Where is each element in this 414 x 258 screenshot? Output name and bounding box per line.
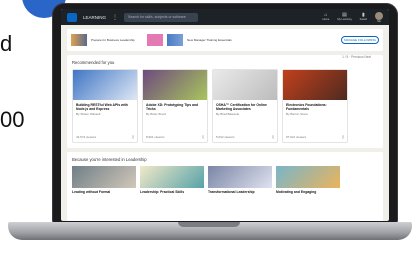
laptop-notch [178, 222, 240, 227]
course-thumbnail[interactable] [208, 166, 272, 188]
nav-my-learning[interactable]: ▤ My Learning [337, 12, 351, 23]
nav-label: My Learning [337, 17, 352, 21]
section-title: Recommended for you [72, 60, 115, 65]
strip-item-title[interactable]: New Manager Training Essentials [187, 38, 239, 42]
brand-name: LEARNING [83, 14, 107, 20]
strip-thumbnail[interactable] [167, 34, 183, 46]
brand-logo-icon[interactable] [67, 12, 77, 22]
save-bookmark-icon[interactable]: ▯ [342, 135, 344, 139]
course-author: By Brian Wood [146, 112, 166, 117]
section-title: Because you're interested in Leadership [72, 157, 147, 162]
course-title[interactable]: Leading without Formal [72, 190, 136, 194]
leadership-titles: Leading without Formal Leadership: Pract… [72, 190, 378, 194]
course-viewers: 8,901 viewers [146, 135, 165, 139]
nav-home[interactable]: ⌂ Home [322, 12, 329, 23]
course-author: By Shaun Wassell [76, 112, 101, 117]
course-author: By Barron Stone [286, 112, 309, 117]
strip-thumbnail[interactable] [71, 34, 87, 46]
laptop-base [8, 222, 412, 240]
leadership-thumbnails [72, 166, 378, 188]
course-title[interactable]: Motivating and Engaging [276, 190, 340, 194]
save-bookmark-icon[interactable]: ▯ [132, 135, 134, 139]
course-thumbnail[interactable] [213, 70, 277, 100]
save-bookmark-icon[interactable]: ▯ [202, 135, 204, 139]
course-card[interactable]: Electronics Foundations: Fundamentals By… [282, 69, 348, 143]
course-thumbnail[interactable] [140, 166, 204, 188]
nav-saved[interactable]: ▮ Saved [360, 12, 367, 23]
course-title[interactable]: OSHA™ Certification for Online Marketing… [213, 100, 277, 112]
course-viewers: 97,621 viewers [286, 135, 307, 139]
background-text-fragment: d [0, 31, 13, 56]
nav-me[interactable]: Me [375, 11, 383, 23]
nav-label: Saved [359, 17, 367, 21]
recommended-section: Recommended for you 1 / 5 · Previous Nex… [67, 55, 383, 148]
laptop-lid: LEARNING ⋮ Search for skills, subjects o… [52, 3, 398, 224]
nav-label: Me [377, 19, 381, 23]
save-bookmark-icon[interactable]: ▯ [272, 135, 274, 139]
course-card[interactable]: OSHA™ Certification for Online Marketing… [212, 69, 278, 143]
course-thumbnail[interactable] [72, 166, 136, 188]
strip-thumbnail[interactable] [147, 34, 163, 46]
course-card-row: Building RESTful Web APIs with Node.js a… [72, 69, 378, 143]
course-title[interactable]: Leadership: Practical Skills [140, 190, 204, 194]
course-author: By Brad Batesole [216, 112, 240, 117]
top-navigation-bar: LEARNING ⋮ Search for skills, subjects o… [61, 9, 389, 25]
course-card[interactable]: Building RESTful Web APIs with Node.js a… [72, 69, 138, 143]
course-title[interactable]: Building RESTful Web APIs with Node.js a… [73, 100, 137, 112]
search-input[interactable]: Search for skills, subjects or software [124, 12, 199, 22]
leadership-section: Because you're interested in Leadership … [67, 152, 383, 221]
grid-icon[interactable]: ⋮ [112, 14, 118, 21]
course-thumbnail[interactable] [276, 166, 340, 188]
course-thumbnail[interactable] [283, 70, 347, 100]
course-title[interactable]: Electronics Foundations: Fundamentals [283, 100, 347, 112]
course-viewers: 5,632 viewers [216, 135, 235, 139]
nav-label: Home [322, 17, 330, 21]
featured-strip: Prepare for Business Leadership New Mana… [67, 29, 383, 51]
course-viewers: 43,574 viewers [76, 135, 97, 139]
course-title[interactable]: Adobe XD: Prototyping Tips and Tricks [143, 100, 207, 112]
strip-item-title[interactable]: Prepare for Business Leadership [91, 38, 143, 42]
course-thumbnail[interactable] [73, 70, 137, 100]
course-thumbnail[interactable] [143, 70, 207, 100]
manage-following-button[interactable]: MANAGE FOLLOWING [341, 36, 379, 44]
laptop-screen: LEARNING ⋮ Search for skills, subjects o… [61, 9, 389, 221]
course-title[interactable]: Transformational Leadership [208, 190, 272, 194]
pagination-controls[interactable]: 1 / 5 · Previous Next [342, 55, 371, 59]
avatar [375, 11, 383, 20]
main-nav: ⌂ Home ▤ My Learning ▮ Saved Me [322, 11, 383, 23]
course-card[interactable]: Adobe XD: Prototyping Tips and Tricks By… [142, 69, 208, 143]
background-text-fragment: 00 [0, 107, 25, 132]
